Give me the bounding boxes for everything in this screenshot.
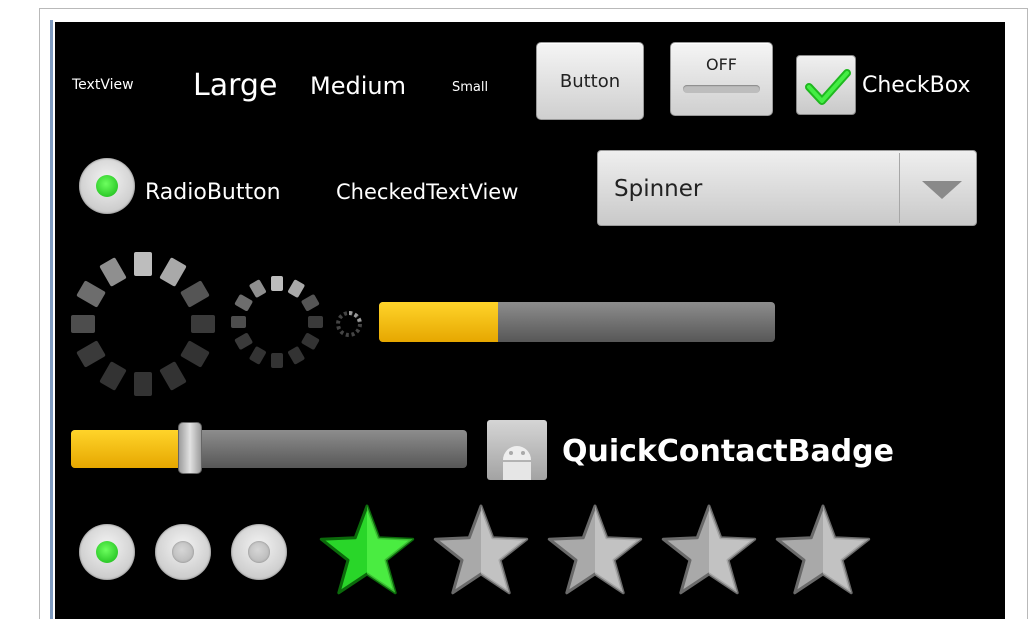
radio-group-option-1[interactable] [79, 524, 135, 580]
spinner-selected-value: Spinner [614, 176, 703, 202]
radio-dot [172, 541, 194, 563]
radio-button[interactable] [79, 158, 135, 214]
star-icon[interactable] [659, 502, 759, 602]
checkmark-icon [805, 69, 851, 105]
radio-dot [248, 541, 270, 563]
textview-default: TextView [72, 77, 134, 93]
textview-small: Small [452, 80, 489, 95]
star-icon[interactable] [545, 502, 645, 602]
progress-spinner-medium [231, 276, 323, 368]
checkbox[interactable] [796, 55, 856, 115]
checkbox-label: CheckBox [862, 73, 971, 98]
star-icon[interactable] [431, 502, 531, 602]
star-icon[interactable] [317, 502, 417, 602]
progress-spinner-large [71, 252, 215, 396]
radio-button-label: RadioButton [145, 180, 281, 205]
toggle-button[interactable]: OFF [670, 42, 773, 116]
triangle-down-icon [922, 181, 962, 199]
radio-dot [96, 541, 118, 563]
progress-bar-fill [379, 302, 498, 342]
toggle-indicator [683, 85, 760, 93]
radio-group-option-2[interactable] [155, 524, 211, 580]
radio-group-option-3[interactable] [231, 524, 287, 580]
button-label: Button [559, 70, 621, 92]
quick-contact-badge-image[interactable] [487, 420, 547, 480]
progress-bar [379, 302, 775, 342]
rating-bar[interactable] [317, 502, 877, 602]
seekbar[interactable] [71, 422, 467, 474]
quick-contact-badge-label: QuickContactBadge [562, 434, 894, 469]
radio-dot [96, 175, 118, 197]
toggle-label: OFF [706, 55, 737, 74]
progress-spinner-small [336, 311, 362, 337]
seekbar-fill [71, 430, 190, 468]
android-contact-icon [503, 446, 531, 480]
spinner-divider [899, 153, 900, 223]
button[interactable]: Button [536, 42, 644, 120]
star-icon[interactable] [773, 502, 873, 602]
textview-large: Large [193, 68, 278, 103]
checked-textview[interactable]: CheckedTextView [336, 180, 518, 204]
spinner[interactable]: Spinner [597, 150, 977, 226]
frame-accent-line [50, 20, 53, 619]
android-widget-screen: TextView Large Medium Small Button OFF C… [55, 22, 1005, 619]
textview-medium: Medium [310, 72, 406, 100]
seekbar-thumb[interactable] [178, 422, 202, 474]
